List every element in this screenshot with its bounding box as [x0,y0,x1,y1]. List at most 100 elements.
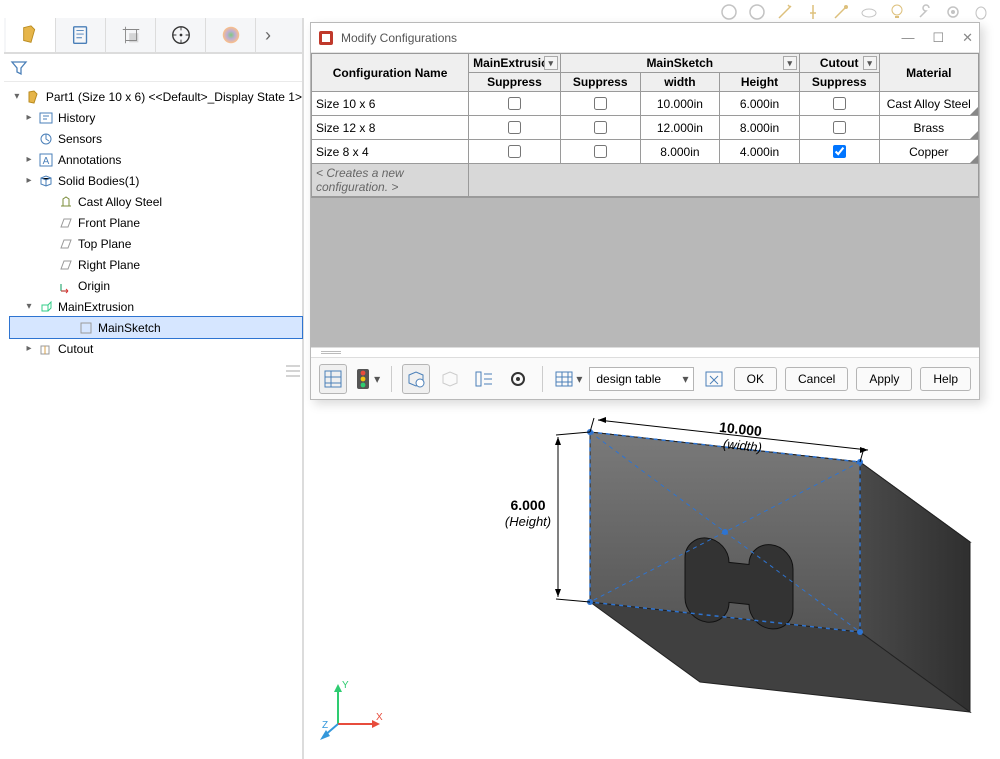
tree-item-label: Annotations [58,153,121,167]
cloud-icon[interactable] [860,3,878,21]
plane-icon [58,215,74,231]
cell-material[interactable]: Copper [879,140,978,164]
chevron-down-icon[interactable]: ▾ [12,91,22,102]
table-row[interactable]: Size 10 x 6 10.000in6.000in Cast Alloy Ste… [312,92,979,116]
cell-suppress-ms[interactable] [560,116,640,140]
dropdown-icon[interactable]: ▾ [544,56,558,70]
tabs-overflow[interactable]: › [256,18,280,52]
chevron-right-icon[interactable]: ▸ [24,112,34,123]
col-suppress-cut[interactable]: Suppress [799,73,879,92]
tree-item-origin[interactable]: Origin [10,275,302,296]
tb-list[interactable] [470,364,498,394]
cell-suppress-me[interactable] [469,92,561,116]
chevron-right-icon[interactable]: ▸ [24,154,34,165]
magic-icon[interactable] [832,3,850,21]
ok-button[interactable]: OK [734,367,777,391]
tree-item-material[interactable]: Cast Alloy Steel [10,191,302,212]
dimension-height[interactable]: 6.000 (Height) [505,432,590,602]
cell-name[interactable]: Size 10 x 6 [312,92,469,116]
table-row[interactable]: Size 8 x 4 8.000in4.000in Copper [312,140,979,164]
wrench-icon[interactable] [916,3,934,21]
col-material[interactable]: Material [879,54,978,92]
tree-item-solid-bodies[interactable]: ▸ Solid Bodies(1) [10,170,302,191]
tree-item-label: Front Plane [78,216,140,230]
dialog-titlebar[interactable]: Modify Configurations — ☐ ✕ [311,23,979,53]
bulb-icon[interactable] [888,3,906,21]
new-config-cell[interactable]: < Creates a new configuration. > [312,164,469,197]
cell-height[interactable]: 4.000in [720,140,800,164]
cell-width[interactable]: 10.000in [640,92,720,116]
wand-icon[interactable] [776,3,794,21]
help-button[interactable]: Help [920,367,971,391]
cell-suppress-me[interactable] [469,116,561,140]
tb-box1[interactable] [402,364,430,394]
panel-tabs: › [4,18,302,54]
display-manager-tab[interactable] [206,18,256,52]
feature-manager-tab[interactable] [6,18,56,52]
property-manager-tab[interactable] [56,18,106,52]
chevron-right-icon[interactable]: ▸ [24,175,34,186]
tb-box2[interactable] [436,364,464,394]
toolbar-icon-1[interactable] [720,3,738,21]
dropdown-icon[interactable]: ▾ [783,56,797,70]
tree-item-cutout[interactable]: ▸ Cutout [10,338,302,359]
graphics-viewport[interactable]: 10.000 (width) 6.000 (Height) Y X Z [310,392,990,752]
cancel-button[interactable]: Cancel [785,367,848,391]
cell-suppress-cut[interactable] [799,92,879,116]
gear-icon[interactable] [944,3,962,21]
filter-icon[interactable] [10,59,28,77]
cell-width[interactable]: 8.000in [640,140,720,164]
bug-icon[interactable] [972,3,990,21]
chevron-down-icon[interactable]: ▾ [24,301,34,312]
pin-icon[interactable] [804,3,822,21]
panel-splitter-handle[interactable] [284,362,304,382]
col-cutout[interactable]: Cutout▾ [799,54,879,73]
tree-item-main-extrusion[interactable]: ▾ MainExtrusion [10,296,302,317]
tree-item-front-plane[interactable]: Front Plane [10,212,302,233]
cell-material[interactable]: Brass [879,116,978,140]
cell-material[interactable]: Cast Alloy Steel [879,92,978,116]
tree-item-history[interactable]: ▸ History [10,107,302,128]
cell-name[interactable]: Size 12 x 8 [312,116,469,140]
tree-item-main-sketch[interactable]: MainSketch [10,317,302,338]
tree-item-annotations[interactable]: ▸ A Annotations [10,149,302,170]
tb-gear[interactable] [504,364,532,394]
col-suppress-me[interactable]: Suppress [469,73,561,92]
tree-item-top-plane[interactable]: Top Plane [10,233,302,254]
col-main-sketch[interactable]: MainSketch▾ [560,54,799,73]
apply-button[interactable]: Apply [856,367,912,391]
design-table-select[interactable]: design table [589,367,693,391]
view-triad[interactable]: Y X Z [320,672,390,742]
configuration-manager-tab[interactable] [106,18,156,52]
minimize-button[interactable]: — [901,30,914,46]
col-main-extrusion[interactable]: MainExtrusion▾ [469,54,561,73]
dimxpert-tab[interactable] [156,18,206,52]
table-row[interactable]: Size 12 x 8 12.000in8.000in Brass [312,116,979,140]
dialog-splitter[interactable] [311,347,979,357]
toolbar-icon-2[interactable] [748,3,766,21]
close-button[interactable]: ✕ [962,30,973,46]
cell-suppress-me[interactable] [469,140,561,164]
tree-root[interactable]: ▾ Part1 (Size 10 x 6) <<Default>_Display… [10,86,302,107]
cell-height[interactable]: 6.000in [720,92,800,116]
col-suppress-ms[interactable]: Suppress [560,73,640,92]
cell-suppress-ms[interactable] [560,140,640,164]
cell-suppress-cut[interactable] [799,116,879,140]
col-width[interactable]: width [640,73,720,92]
tree-item-sensors[interactable]: Sensors [10,128,302,149]
tb-table[interactable]: ▾ [553,364,583,394]
cell-height[interactable]: 8.000in [720,116,800,140]
tb-table-format[interactable] [319,364,347,394]
tree-item-right-plane[interactable]: Right Plane [10,254,302,275]
cell-suppress-ms[interactable] [560,92,640,116]
tb-excel-link[interactable] [700,364,728,394]
cell-width[interactable]: 12.000in [640,116,720,140]
col-height[interactable]: Height [720,73,800,92]
col-config-name[interactable]: Configuration Name [312,54,469,92]
cell-suppress-cut[interactable] [799,140,879,164]
maximize-button[interactable]: ☐ [932,30,944,46]
tb-traffic-light[interactable]: ▾ [353,364,381,394]
chevron-right-icon[interactable]: ▸ [24,343,34,354]
cell-name[interactable]: Size 8 x 4 [312,140,469,164]
dropdown-icon[interactable]: ▾ [863,56,877,70]
